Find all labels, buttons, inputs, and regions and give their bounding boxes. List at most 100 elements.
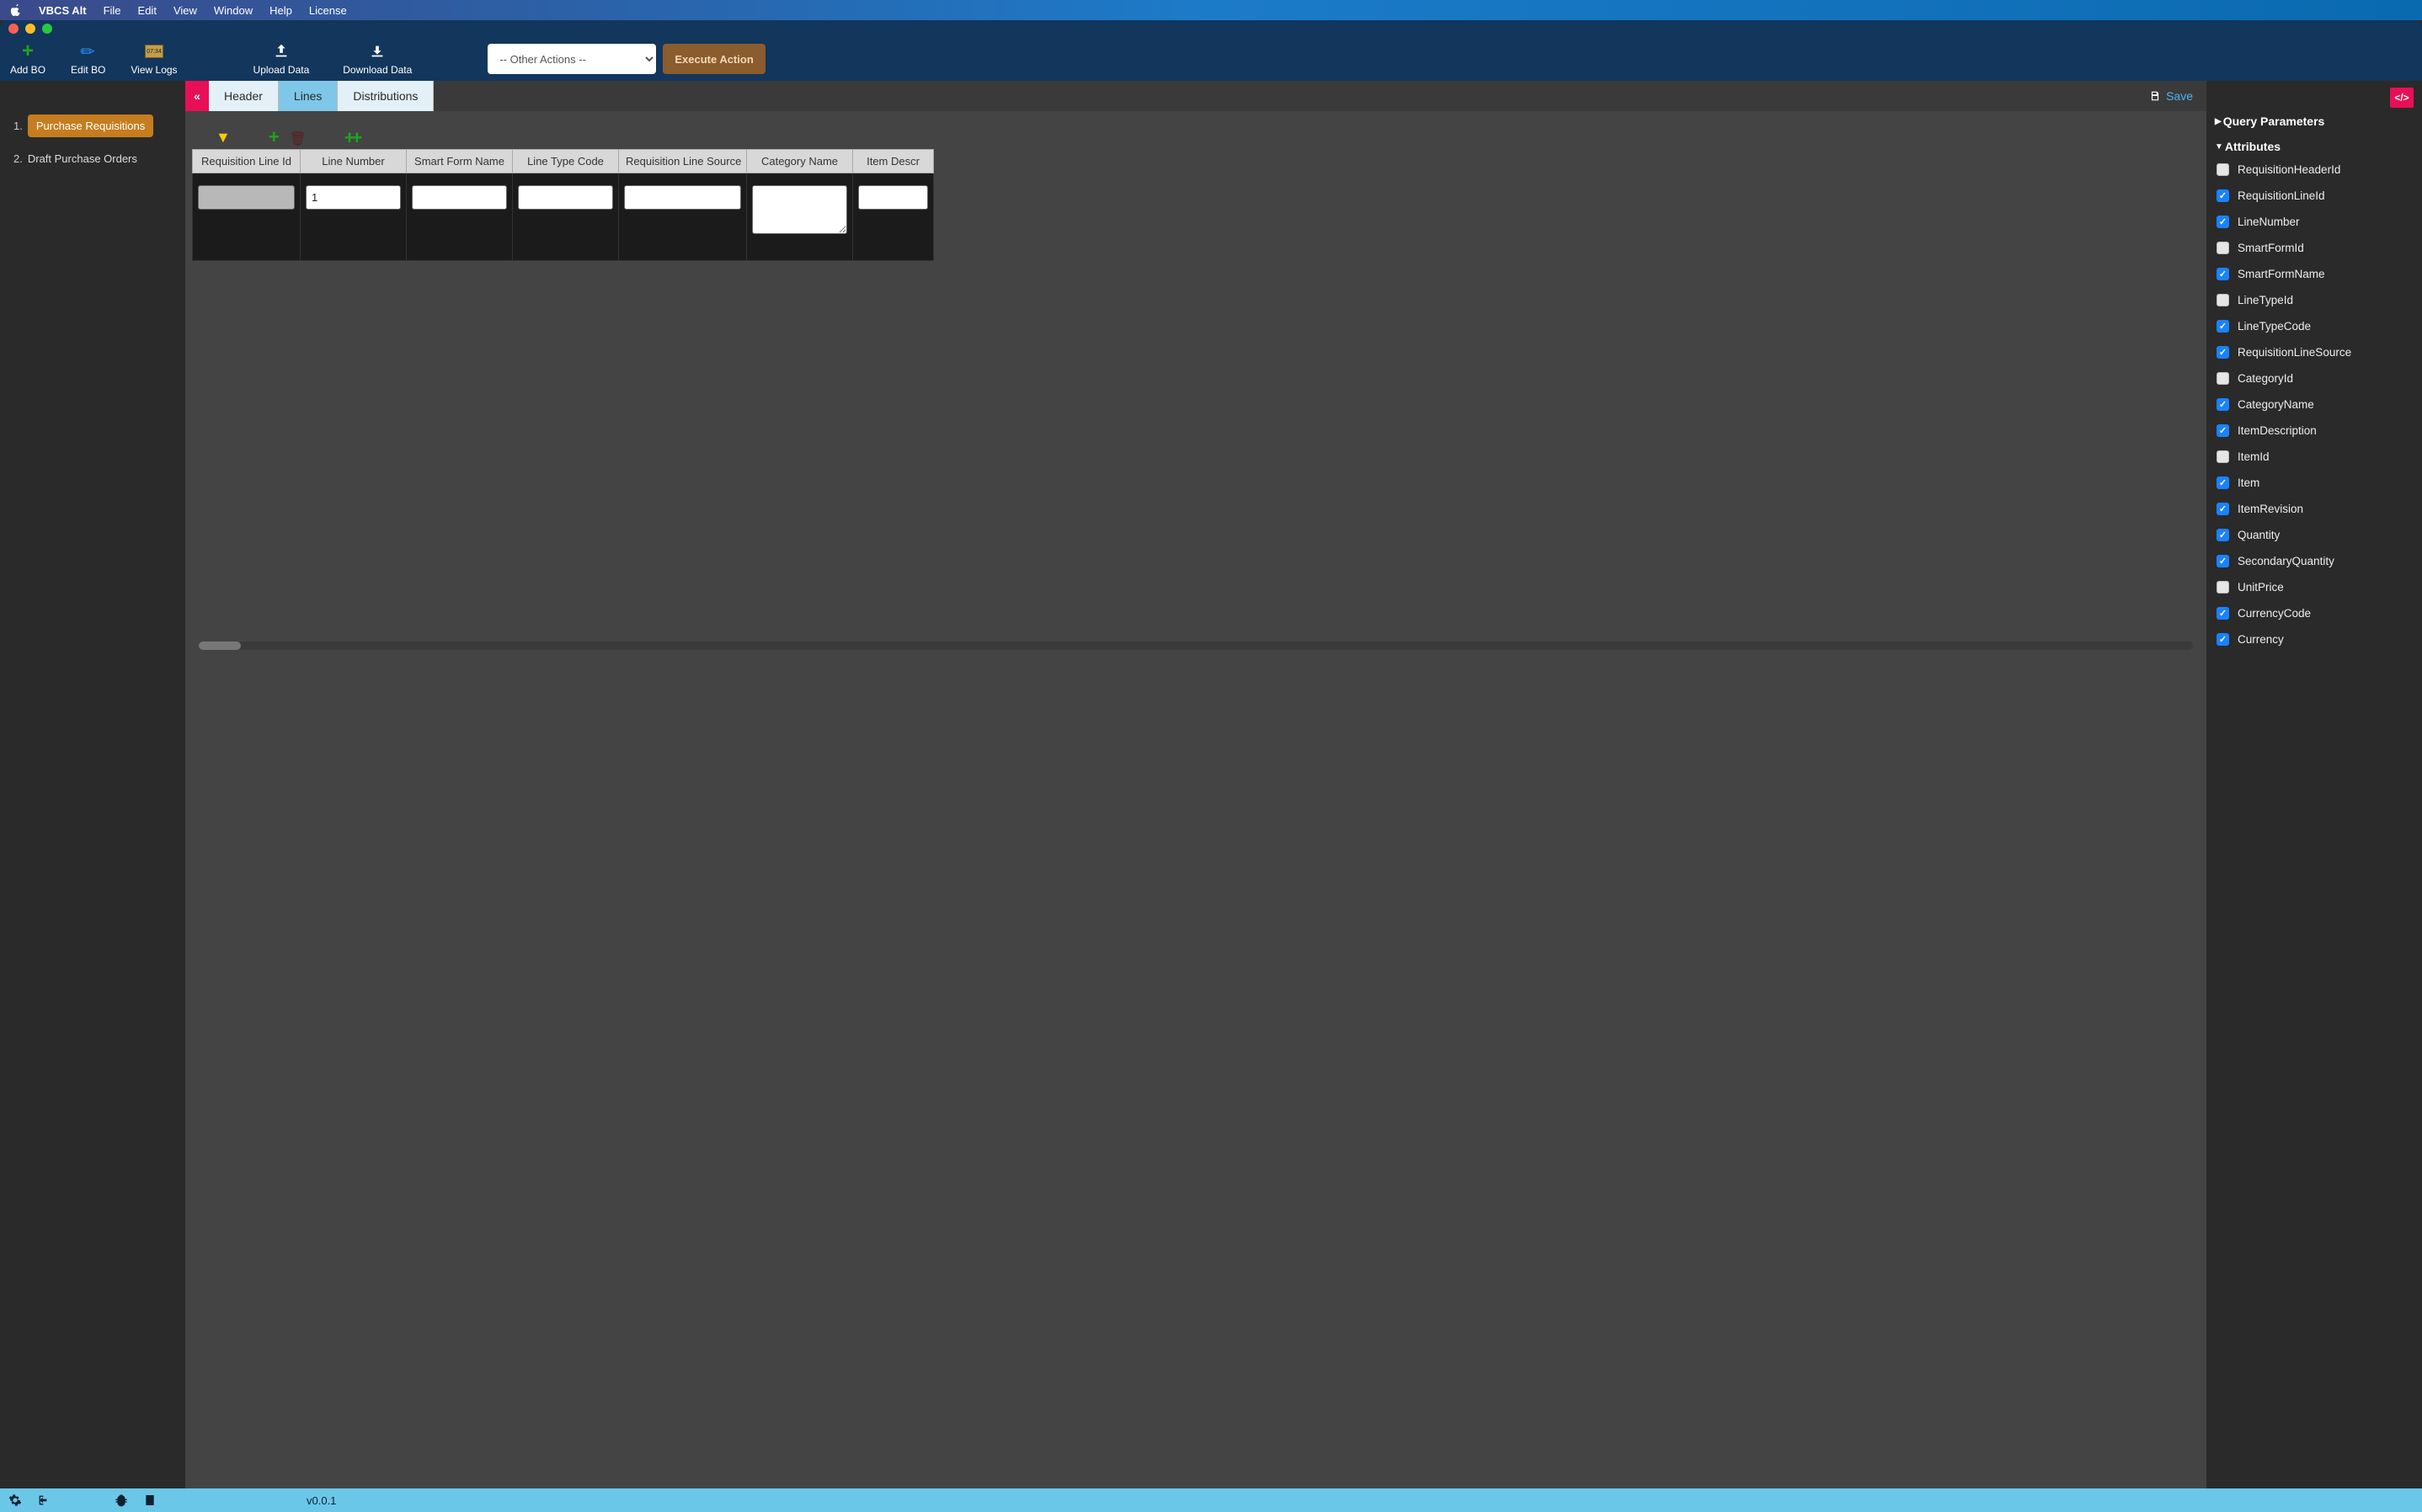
attribute-label: ItemId (2238, 450, 2270, 463)
attribute-item[interactable]: ✓SecondaryQuantity (2217, 555, 2412, 567)
attribute-item[interactable]: ✓ItemDescription (2217, 424, 2412, 437)
cell-category-name[interactable] (752, 185, 847, 234)
attribute-label: LineNumber (2238, 216, 2300, 228)
attribute-item[interactable]: ✓ItemRevision (2217, 503, 2412, 515)
center-toolbar: « Header Lines Distributions Save (185, 81, 2206, 111)
other-actions-select[interactable]: -- Other Actions -- (488, 44, 656, 74)
cell-smart-form-name[interactable] (412, 185, 507, 210)
attribute-checkbox[interactable]: ✓ (2217, 607, 2229, 620)
filter-icon[interactable]: ▼ (216, 129, 231, 146)
window-titlebar (0, 20, 2422, 37)
attribute-item[interactable]: CategoryId (2217, 372, 2412, 385)
attribute-checkbox[interactable] (2217, 450, 2229, 463)
attributes-header[interactable]: ▼ Attributes (2215, 136, 2414, 157)
attribute-checkbox[interactable] (2217, 372, 2229, 385)
attribute-item[interactable]: SmartFormId (2217, 242, 2412, 254)
window-minimize-button[interactable] (25, 24, 35, 34)
cell-requisition-line-source[interactable] (624, 185, 741, 210)
col-category-name[interactable]: Category Name (747, 150, 853, 173)
attribute-item[interactable]: ✓Item (2217, 476, 2412, 489)
window-close-button[interactable] (8, 24, 19, 34)
cell-item-descr[interactable] (858, 185, 928, 210)
apple-icon[interactable] (10, 4, 22, 16)
execute-action-button[interactable]: Execute Action (663, 44, 765, 74)
attribute-checkbox[interactable] (2217, 242, 2229, 254)
attribute-item[interactable]: ✓RequisitionLineId (2217, 189, 2412, 202)
query-parameters-header[interactable]: ▶ Query Parameters (2215, 111, 2414, 131)
attribute-item[interactable]: ✓ LineNumber (2217, 216, 2412, 228)
attribute-checkbox[interactable]: ✓ (2217, 633, 2229, 646)
attribute-checkbox[interactable]: ✓ (2217, 216, 2229, 228)
bug-icon[interactable] (115, 1493, 128, 1507)
col-item-descr[interactable]: Item Descr (853, 150, 934, 173)
attribute-label: UnitPrice (2238, 581, 2284, 594)
upload-data-button[interactable]: Upload Data (253, 42, 310, 76)
horizontal-scrollbar[interactable] (199, 642, 2193, 650)
attribute-checkbox[interactable]: ✓ (2217, 424, 2229, 437)
tab-header[interactable]: Header (209, 81, 279, 111)
attribute-item[interactable]: ItemId (2217, 450, 2412, 463)
attribute-checkbox[interactable] (2217, 294, 2229, 306)
col-line-number[interactable]: Line Number (301, 150, 407, 173)
attribute-checkbox[interactable]: ✓ (2217, 503, 2229, 515)
attribute-checkbox[interactable]: ✓ (2217, 189, 2229, 202)
menubar-file[interactable]: File (104, 4, 121, 17)
code-toggle-button[interactable]: </> (2390, 88, 2414, 108)
attribute-label: SmartFormId (2238, 242, 2304, 254)
attribute-item[interactable]: ✓CategoryName (2217, 398, 2412, 411)
cell-requisition-line-id[interactable] (198, 185, 295, 210)
download-data-label: Download Data (343, 64, 412, 76)
col-line-type-code[interactable]: Line Type Code (513, 150, 619, 173)
bo-item-draft-purchase-orders[interactable]: 2. Draft Purchase Orders (13, 152, 172, 165)
add-row-icon[interactable]: + (269, 126, 280, 147)
tab-distributions[interactable]: Distributions (338, 81, 434, 111)
attribute-checkbox[interactable] (2217, 581, 2229, 594)
cell-line-type-code[interactable] (518, 185, 613, 210)
attribute-item[interactable]: UnitPrice (2217, 581, 2412, 594)
tab-lines[interactable]: Lines (279, 81, 338, 111)
attribute-checkbox[interactable]: ✓ (2217, 398, 2229, 411)
scrollbar-thumb[interactable] (199, 642, 241, 650)
attribute-checkbox[interactable]: ✓ (2217, 476, 2229, 489)
menubar-edit[interactable]: Edit (138, 4, 157, 17)
attribute-checkbox[interactable]: ✓ (2217, 529, 2229, 541)
attribute-item[interactable]: ✓CurrencyCode (2217, 607, 2412, 620)
menubar-window[interactable]: Window (214, 4, 253, 17)
attribute-item[interactable]: ✓Currency (2217, 633, 2412, 646)
view-logs-label: View Logs (131, 64, 177, 76)
attribute-checkbox[interactable]: ✓ (2217, 268, 2229, 280)
save-button[interactable]: Save (2136, 81, 2206, 111)
col-requisition-line-id[interactable]: Requisition Line Id (193, 150, 301, 173)
delete-row-icon[interactable]: 🗑 (289, 132, 306, 146)
attribute-item[interactable]: ✓RequisitionLineSource (2217, 346, 2412, 359)
settings-icon[interactable] (8, 1493, 22, 1507)
attribute-item[interactable]: ✓LineTypeCode (2217, 320, 2412, 333)
download-data-button[interactable]: Download Data (343, 42, 412, 76)
col-requisition-line-source[interactable]: Requisition Line Source (619, 150, 747, 173)
attribute-checkbox[interactable]: ✓ (2217, 320, 2229, 333)
chevron-down-icon: ▼ (2215, 142, 2223, 152)
menubar-app-title[interactable]: VBCS Alt (39, 4, 87, 17)
add-multiple-rows-icon[interactable]: ++ (344, 129, 360, 147)
col-smart-form-name[interactable]: Smart Form Name (407, 150, 513, 173)
menubar-view[interactable]: View (173, 4, 197, 17)
note-icon[interactable] (143, 1493, 157, 1507)
edit-bo-button[interactable]: ✎ Edit BO (71, 42, 105, 76)
attribute-item[interactable]: RequisitionHeaderId (2217, 163, 2412, 176)
attribute-checkbox[interactable]: ✓ (2217, 346, 2229, 359)
attributes-list: RequisitionHeaderId✓RequisitionLineId✓Li… (2215, 157, 2414, 649)
window-zoom-button[interactable] (42, 24, 52, 34)
menubar-help[interactable]: Help (269, 4, 292, 17)
cell-line-number[interactable] (306, 185, 401, 210)
attribute-item[interactable]: LineTypeId (2217, 294, 2412, 306)
attribute-item[interactable]: ✓SmartFormName (2217, 268, 2412, 280)
collapse-sidebar-button[interactable]: « (185, 81, 209, 111)
attribute-checkbox[interactable]: ✓ (2217, 555, 2229, 567)
attribute-item[interactable]: ✓Quantity (2217, 529, 2412, 541)
logout-icon[interactable] (37, 1493, 51, 1507)
menubar-license[interactable]: License (309, 4, 347, 17)
bo-item-purchase-requisitions[interactable]: 1. Purchase Requisitions (13, 114, 172, 137)
add-bo-button[interactable]: + Add BO (10, 42, 45, 76)
view-logs-button[interactable]: 07:34 View Logs (131, 42, 177, 76)
attribute-checkbox[interactable] (2217, 163, 2229, 176)
